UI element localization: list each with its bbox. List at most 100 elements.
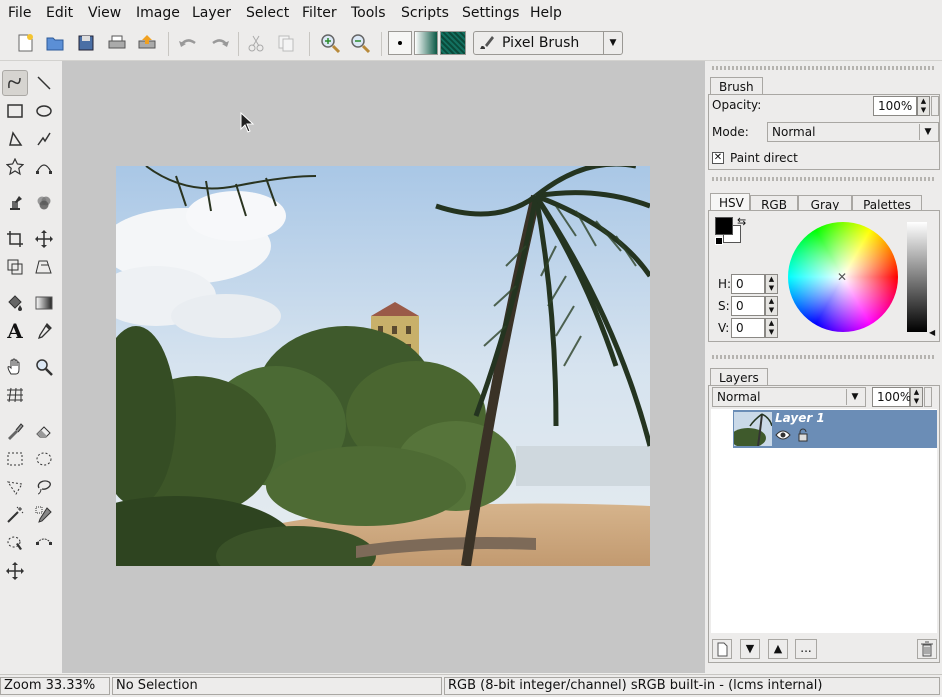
layer-opacity-input[interactable]: 100%: [872, 387, 911, 407]
tab-palettes[interactable]: Palettes: [852, 195, 922, 212]
zoom-tool-icon[interactable]: [31, 354, 57, 380]
toolbar-separator: [381, 32, 382, 56]
perspective-tool-icon[interactable]: [31, 254, 57, 280]
save-icon[interactable]: [73, 30, 99, 56]
zoom-out-icon[interactable]: [347, 30, 373, 56]
undo-icon[interactable]: [176, 30, 202, 56]
v-input[interactable]: 0: [731, 318, 765, 338]
layer-opacity-stepper[interactable]: ▲ ▼: [910, 387, 923, 407]
image-canvas[interactable]: [116, 166, 650, 566]
rect-select-icon[interactable]: [2, 446, 28, 472]
color-picker-icon[interactable]: [31, 318, 57, 344]
lasso-select-icon[interactable]: [31, 474, 57, 500]
s-label: S:: [718, 299, 730, 313]
brush-select-icon[interactable]: [2, 418, 28, 444]
move-layer-down-icon[interactable]: ▼: [740, 639, 760, 659]
tab-gray[interactable]: Gray: [798, 195, 852, 212]
tab-layers[interactable]: Layers: [710, 368, 768, 386]
brush-preset-combo[interactable]: Pixel Brush ▼: [473, 31, 623, 55]
zoom-in-icon[interactable]: [317, 30, 343, 56]
s-stepper[interactable]: ▲ ▼: [765, 296, 778, 316]
print-icon[interactable]: [104, 30, 130, 56]
paint-direct-checkbox[interactable]: ✕: [712, 152, 724, 164]
move-layer-up-icon[interactable]: ▲: [768, 639, 788, 659]
opacity-slider[interactable]: [931, 96, 939, 116]
new-document-icon[interactable]: [12, 30, 38, 56]
transform-tool-icon[interactable]: [2, 254, 28, 280]
gradient-preview[interactable]: [414, 31, 438, 55]
mode-combo[interactable]: Normal ▼: [767, 122, 939, 142]
foreground-color-swatch[interactable]: [715, 217, 733, 235]
magic-wand-icon[interactable]: [2, 502, 28, 528]
value-slider[interactable]: [907, 222, 927, 332]
color-wheel[interactable]: ✕: [788, 222, 898, 332]
polyline-tool-icon[interactable]: [31, 126, 57, 152]
export-icon[interactable]: [134, 30, 160, 56]
eraser-tool-icon[interactable]: [31, 418, 57, 444]
bezier-select-icon[interactable]: [31, 530, 57, 556]
panel-grip[interactable]: [712, 66, 936, 70]
eye-icon[interactable]: [775, 429, 791, 444]
gradient-tool-icon[interactable]: [31, 290, 57, 316]
pattern-preview[interactable]: [440, 31, 466, 55]
open-folder-icon[interactable]: [42, 30, 68, 56]
menu-select[interactable]: Select: [246, 5, 289, 21]
rectangle-tool-icon[interactable]: [2, 98, 28, 124]
layer-options-button[interactable]: ...: [795, 639, 817, 659]
redo-icon[interactable]: [206, 30, 232, 56]
panel-grip[interactable]: [712, 355, 936, 359]
layer-mode-combo[interactable]: Normal ▼: [712, 387, 866, 407]
menu-view[interactable]: View: [88, 5, 121, 21]
star-tool-icon[interactable]: [2, 154, 28, 180]
opacity-stepper[interactable]: ▲ ▼: [917, 96, 930, 116]
fill-tool-icon[interactable]: [2, 290, 28, 316]
h-input[interactable]: 0: [731, 274, 765, 294]
crop-tool-icon[interactable]: [2, 226, 28, 252]
ellipse-select-icon[interactable]: [31, 446, 57, 472]
delete-layer-icon[interactable]: [917, 639, 937, 659]
stamp-brush-icon[interactable]: [2, 190, 28, 216]
layer-name[interactable]: Layer 1: [775, 411, 825, 425]
polygon-tool-icon[interactable]: [2, 126, 28, 152]
ellipse-tool-icon[interactable]: [31, 98, 57, 124]
bezier-tool-icon[interactable]: [31, 154, 57, 180]
swap-colors-icon[interactable]: ⇆: [737, 215, 746, 228]
tab-rgb[interactable]: RGB: [750, 195, 798, 212]
v-stepper[interactable]: ▲ ▼: [765, 318, 778, 338]
menu-file[interactable]: File: [8, 5, 31, 21]
panel-grip[interactable]: [712, 177, 936, 181]
new-layer-icon[interactable]: [712, 639, 732, 659]
grid-tool-icon[interactable]: [2, 382, 28, 408]
menu-settings[interactable]: Settings: [462, 5, 519, 21]
h-stepper[interactable]: ▲ ▼: [765, 274, 778, 294]
menu-image[interactable]: Image: [136, 5, 180, 21]
pan-tool-icon[interactable]: [2, 354, 28, 380]
polygon-select-icon[interactable]: [2, 474, 28, 500]
text-tool-icon[interactable]: A: [2, 318, 28, 344]
line-tool-icon[interactable]: [31, 70, 57, 96]
menu-layer[interactable]: Layer: [192, 5, 231, 21]
copy-icon[interactable]: [273, 30, 299, 56]
freehand-brush-icon[interactable]: [2, 70, 28, 96]
menu-filter[interactable]: Filter: [302, 5, 337, 21]
menu-scripts[interactable]: Scripts: [401, 5, 449, 21]
move-tool-icon[interactable]: [31, 226, 57, 252]
move-selection-icon[interactable]: [2, 558, 28, 584]
color-mix-icon[interactable]: [31, 190, 57, 216]
tab-hsv[interactable]: HSV: [710, 193, 750, 211]
tab-brush[interactable]: Brush: [710, 77, 763, 95]
layer-row[interactable]: Layer 1: [733, 410, 937, 448]
menu-tools[interactable]: Tools: [351, 5, 386, 21]
color-select-icon[interactable]: [31, 502, 57, 528]
brush-tip-preview[interactable]: [388, 31, 412, 55]
menu-edit[interactable]: Edit: [46, 5, 73, 21]
reset-colors-icon[interactable]: [715, 237, 723, 245]
lock-icon[interactable]: [797, 428, 809, 446]
layer-opacity-slider[interactable]: [924, 387, 932, 407]
opacity-input[interactable]: 100%: [873, 96, 917, 116]
fill-select-icon[interactable]: [2, 530, 28, 556]
cut-icon[interactable]: [243, 30, 269, 56]
chevron-down-icon: ▼: [603, 32, 622, 54]
menu-help[interactable]: Help: [530, 5, 562, 21]
s-input[interactable]: 0: [731, 296, 765, 316]
